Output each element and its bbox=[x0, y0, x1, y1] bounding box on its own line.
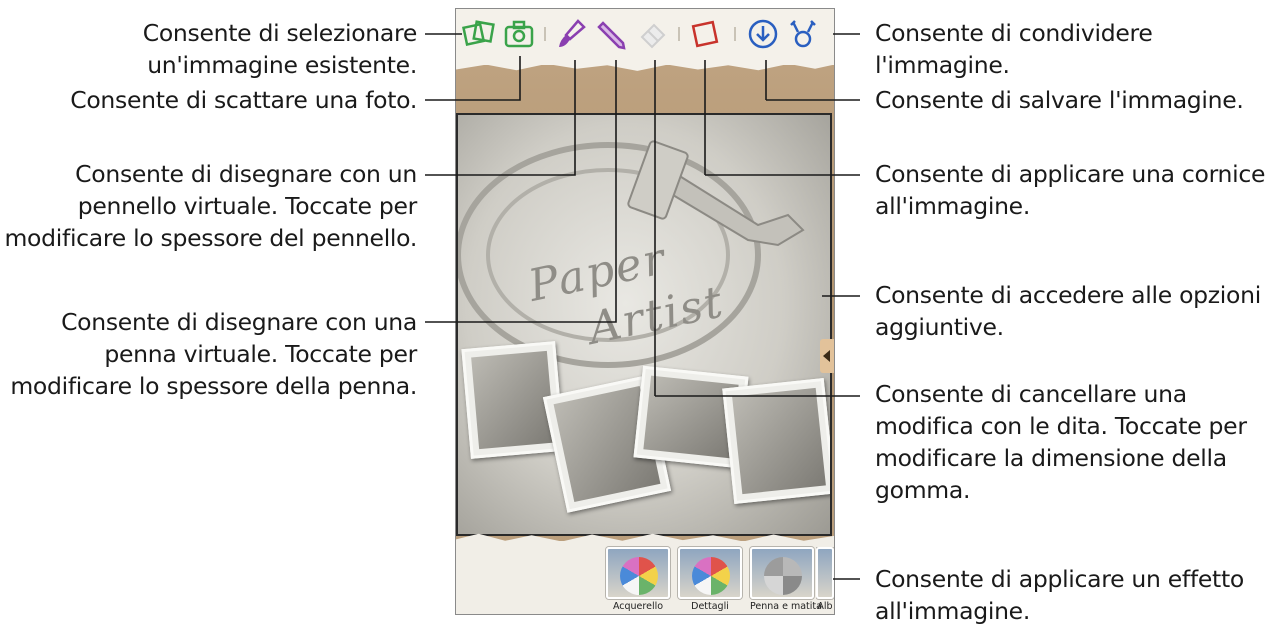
effect-thumbnail bbox=[750, 547, 814, 599]
effect-label: Penna e matita bbox=[750, 601, 822, 612]
effect-pen-pencil[interactable]: Penna e matita bbox=[750, 547, 822, 612]
callout-options: Consente di accedere alle opzioni aggiun… bbox=[875, 279, 1261, 343]
callout-pen: Consente di disegnare con una penna virt… bbox=[10, 306, 417, 402]
callout-text: Consente di scattare una foto. bbox=[70, 86, 417, 114]
drawing-canvas[interactable]: Paper Artist bbox=[456, 113, 832, 536]
callout-text: Consente di applicare un effetto bbox=[875, 565, 1244, 593]
callout-select-image: Consente di selezionare un'immagine esis… bbox=[142, 17, 418, 81]
toolbar-separator bbox=[544, 27, 546, 41]
callout-text: Consente di cancellare una bbox=[875, 380, 1187, 408]
callout-text: modificare la dimensione della bbox=[875, 444, 1227, 472]
effect-details[interactable]: Dettagli bbox=[678, 547, 742, 612]
callout-effect: Consente di applicare un effetto all'imm… bbox=[875, 563, 1244, 627]
callout-text: modificare lo spessore della penna. bbox=[10, 372, 417, 400]
callout-text: penna virtuale. Toccate per bbox=[104, 340, 417, 368]
phone-screen: Paper Artist Acquerello Dettagli Penna e… bbox=[455, 8, 835, 615]
callout-text: Consente di condividere bbox=[875, 19, 1153, 47]
effect-label: Dettagli bbox=[691, 601, 729, 612]
toolbar bbox=[456, 9, 834, 65]
photo-baby bbox=[722, 377, 830, 505]
callout-text: all'immagine. bbox=[875, 597, 1031, 625]
effect-label: Alb bbox=[817, 601, 833, 611]
callout-text: modificare lo spessore del pennello. bbox=[4, 224, 417, 252]
callout-text: l'immagine. bbox=[875, 51, 1010, 79]
effects-bar: Acquerello Dettagli Penna e matita Alb bbox=[456, 541, 834, 614]
callout-share: Consente di condividere l'immagine. bbox=[875, 17, 1153, 81]
toolbar-separator bbox=[678, 27, 680, 41]
callout-text: un'immagine esistente. bbox=[147, 51, 417, 79]
callout-erase: Consente di cancellare una modifica con … bbox=[875, 378, 1247, 506]
callout-text: Consente di salvare l'immagine. bbox=[875, 86, 1244, 114]
toolbar-separator bbox=[734, 27, 736, 41]
callout-brush: Consente di disegnare con un pennello vi… bbox=[4, 158, 417, 254]
callout-text: Consente di disegnare con una bbox=[61, 308, 417, 336]
more-options-tab[interactable] bbox=[820, 339, 834, 373]
effect-partial[interactable]: Alb bbox=[816, 547, 834, 611]
effect-thumbnail bbox=[606, 547, 670, 599]
callout-take-photo: Consente di scattare una foto. bbox=[70, 84, 417, 116]
callout-text: pennello virtuale. Toccate per bbox=[77, 192, 418, 220]
cardboard-background: Paper Artist bbox=[456, 65, 834, 545]
effect-label: Acquerello bbox=[612, 601, 664, 612]
share-icon[interactable] bbox=[786, 17, 820, 51]
effect-thumbnail bbox=[816, 547, 834, 599]
brush-icon[interactable] bbox=[554, 17, 588, 51]
callout-save: Consente di salvare l'immagine. bbox=[875, 84, 1244, 116]
callout-text: all'immagine. bbox=[875, 192, 1031, 220]
effect-watercolor[interactable]: Acquerello bbox=[606, 547, 670, 612]
callout-text: Consente di disegnare con un bbox=[75, 160, 417, 188]
effect-thumbnail bbox=[678, 547, 742, 599]
callout-text: modifica con le dita. Toccate per bbox=[875, 412, 1247, 440]
save-icon[interactable] bbox=[746, 17, 780, 51]
callout-text: Consente di selezionare bbox=[142, 19, 418, 47]
pen-icon[interactable] bbox=[594, 17, 628, 51]
callout-text: gomma. bbox=[875, 476, 971, 504]
gallery-icon[interactable] bbox=[462, 17, 496, 51]
callout-text: aggiuntive. bbox=[875, 313, 1004, 341]
callout-text: Consente di applicare una cornice bbox=[875, 160, 1266, 188]
callout-text: Consente di accedere alle opzioni bbox=[875, 281, 1261, 309]
callout-frame: Consente di applicare una cornice all'im… bbox=[875, 158, 1265, 222]
eraser-icon[interactable] bbox=[636, 17, 670, 51]
frame-icon[interactable] bbox=[688, 17, 722, 51]
camera-icon[interactable] bbox=[502, 17, 536, 51]
